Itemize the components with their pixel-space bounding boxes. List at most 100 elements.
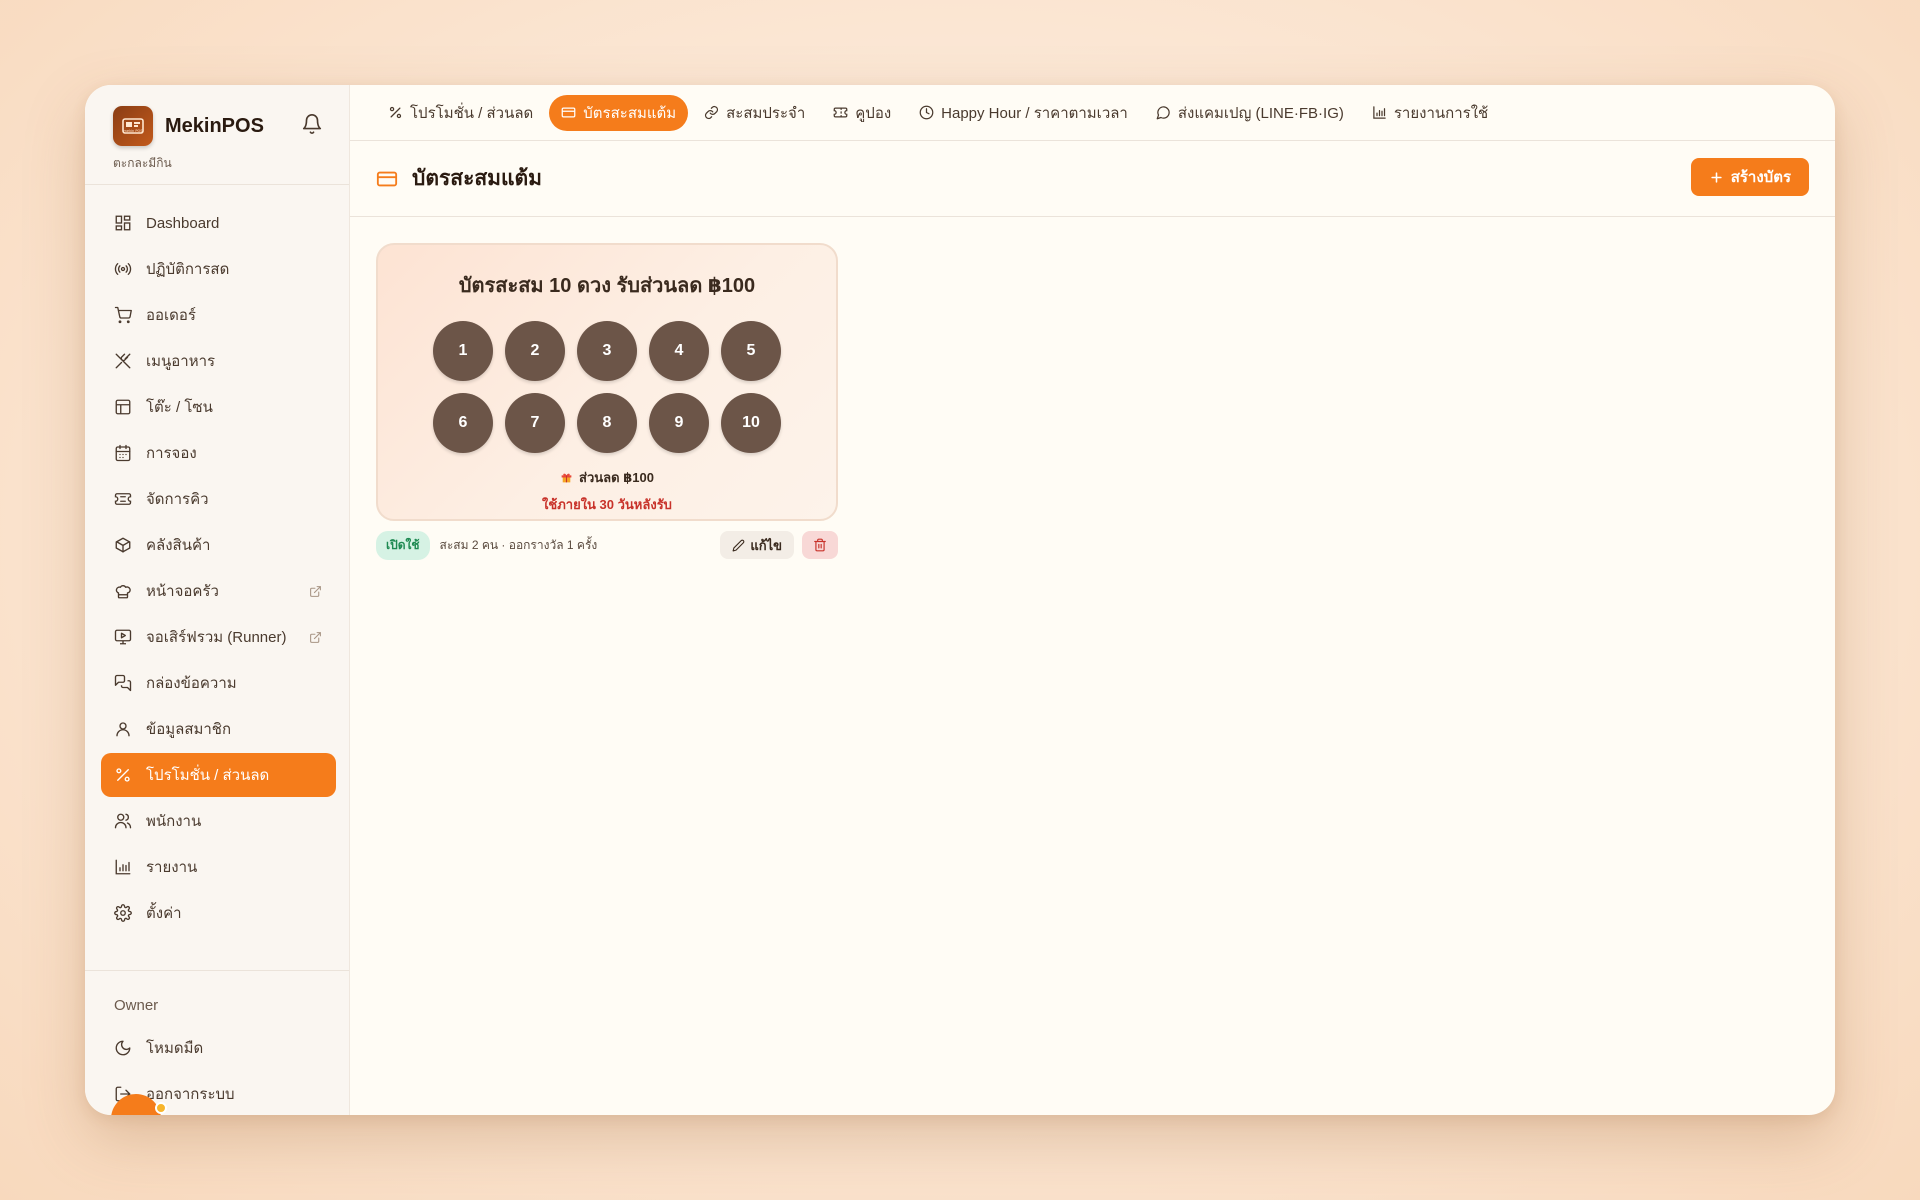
promotion-tabs: โปรโมชั่น / ส่วนลด บัตรสะสมแต้ม สะสมประจ… (350, 85, 1835, 141)
sidebar: mekin POS MekinPOS ตะกละมีกิน Dashboard … (85, 85, 350, 1115)
tab-stamp-card[interactable]: บัตรสะสมแต้ม (549, 94, 689, 131)
sidebar-item-live-ops[interactable]: ปฏิบัติการสด (101, 247, 336, 291)
user-icon (116, 722, 130, 737)
edit-button[interactable]: แก้ไข (720, 531, 794, 559)
stamp-slot: 4 (649, 321, 709, 381)
tab-regular-rewards[interactable]: สะสมประจำ (692, 95, 817, 131)
tab-campaigns[interactable]: ส่งแคมเปญ (LINE·FB·IG) (1144, 95, 1356, 131)
sidebar-item-menu[interactable]: เมนูอาหาร (101, 339, 336, 383)
broadcast-icon (114, 263, 132, 275)
ticket-icon (833, 107, 848, 118)
sidebar-item-label: โปรโมชั่น / ส่วนลด (146, 767, 270, 784)
sidebar-item-label: การจอง (146, 445, 197, 462)
sidebar-item-reservations[interactable]: การจอง (101, 431, 336, 475)
stamp-slot: 9 (649, 393, 709, 453)
messages-icon (114, 674, 132, 692)
pencil-icon (732, 539, 745, 551)
calendar-icon (115, 444, 131, 462)
sidebar-item-label: ข้อมูลสมาชิก (146, 721, 232, 738)
sidebar-item-queue[interactable]: จัดการคิว (101, 477, 336, 521)
sidebar-item-label: ปฏิบัติการสด (146, 261, 230, 278)
sidebar-item-members[interactable]: ข้อมูลสมาชิก (101, 707, 336, 751)
brand-header: mekin POS MekinPOS ตะกละมีกิน (85, 85, 349, 185)
tab-promotions[interactable]: โปรโมชั่น / ส่วนลด (376, 95, 545, 131)
monitor-icon (114, 629, 132, 645)
tab-happy-hour[interactable]: Happy Hour / ราคาตามเวลา (907, 95, 1140, 131)
stamp-slot: 3 (577, 321, 637, 381)
external-link-icon (310, 631, 321, 643)
sidebar-item-promotions[interactable]: โปรโมชั่น / ส่วนลด (101, 753, 336, 797)
sidebar-item-runner-display[interactable]: จอเสิร์ฟรวม (Runner) (101, 615, 336, 659)
brand-subtitle: ตะกละมีกิน (113, 156, 172, 170)
trash-icon (814, 538, 826, 552)
stamp-card-preview[interactable]: บัตรสะสม 10 ดวง รับส่วนลด ฿100 1 2 3 4 5… (376, 243, 838, 521)
link-icon (705, 105, 719, 120)
card-footer: เปิดใช้ สะสม 2 คน · ออกรางวัล 1 ครั้ง แก… (376, 530, 838, 560)
card-icon (376, 171, 398, 186)
sidebar-item-dashboard[interactable]: Dashboard (101, 201, 336, 245)
notification-dot (155, 1102, 167, 1114)
card-icon (561, 107, 576, 118)
app-window: mekin POS MekinPOS ตะกละมีกิน Dashboard … (85, 85, 1835, 1115)
card-stats: สะสม 2 คน · ออกรางวัล 1 ครั้ง (439, 537, 598, 552)
brand-name: MekinPOS (165, 114, 264, 137)
external-link-icon (310, 585, 321, 597)
clock-icon (919, 105, 934, 120)
reward-line: ส่วนลด ฿100 (378, 467, 836, 488)
expiry-text: ใช้ภายใน 30 วันหลังรับ (542, 497, 672, 512)
stamp-grid: 1 2 3 4 5 6 7 8 9 10 (378, 321, 836, 453)
sidebar-item-staff[interactable]: พนักงาน (101, 799, 336, 843)
sidebar-item-label: จัดการคิว (146, 491, 209, 508)
sidebar-item-label: จอเสิร์ฟรวม (Runner) (146, 629, 287, 646)
bar-chart-icon (1373, 106, 1386, 119)
tab-coupons[interactable]: คูปอง (821, 95, 903, 131)
sidebar-item-tables[interactable]: โต๊ะ / โซน (101, 385, 336, 429)
tab-label: สะสมประจำ (726, 104, 806, 122)
stamp-slot: 7 (505, 393, 565, 453)
user-role: Owner (114, 997, 159, 1014)
chat-icon (1156, 106, 1170, 120)
main-content: โปรโมชั่น / ส่วนลด บัตรสะสมแต้ม สะสมประจ… (350, 85, 1835, 1115)
sidebar-item-orders[interactable]: ออเดอร์ (101, 293, 336, 337)
tab-usage-report[interactable]: รายงานการใช้ (1360, 95, 1500, 131)
utensils-icon (115, 353, 131, 369)
stamp-slot: 1 (433, 321, 493, 381)
stamp-slot: 10 (721, 393, 781, 453)
sidebar-item-label: รายงาน (146, 859, 198, 876)
table-icon (115, 399, 131, 415)
chef-hat-icon (115, 585, 131, 599)
sidebar-item-kitchen-display[interactable]: หน้าจอครัว (101, 569, 336, 613)
bar-chart-icon (115, 859, 131, 875)
sidebar-item-label: พนักงาน (146, 813, 202, 830)
users-icon (114, 813, 132, 829)
create-card-button[interactable]: สร้างบัตร (1690, 158, 1809, 196)
bell-icon[interactable] (301, 113, 323, 135)
sidebar-item-inventory[interactable]: คลังสินค้า (101, 523, 336, 567)
sidebar-item-reports[interactable]: รายงาน (101, 845, 336, 889)
gift-icon (561, 473, 572, 483)
sidebar-item-label: ออเดอร์ (146, 307, 196, 324)
page-header: บัตรสะสมแต้ม สร้างบัตร (350, 141, 1835, 217)
card-title: บัตรสะสม 10 ดวง รับส่วนลด ฿100 (458, 275, 756, 297)
dark-mode-toggle[interactable]: โหมดมืด (101, 1026, 336, 1070)
delete-button[interactable] (802, 531, 838, 559)
ticket-icon (114, 493, 132, 505)
edit-label: แก้ไข (750, 537, 782, 553)
svg-text:mekin POS: mekin POS (124, 129, 144, 133)
sidebar-item-label: Dashboard (146, 214, 220, 232)
sidebar-item-inbox[interactable]: กล่องข้อความ (101, 661, 336, 705)
sidebar-item-label: กล่องข้อความ (146, 675, 237, 692)
stamp-card-item: บัตรสะสม 10 ดวง รับส่วนลด ฿100 1 2 3 4 5… (376, 243, 838, 560)
stamp-slot: 8 (577, 393, 637, 453)
dashboard-icon (115, 215, 131, 231)
sidebar-nav: Dashboard ปฏิบัติการสด ออเดอร์ เมนูอาหาร… (85, 185, 349, 935)
stamp-slot: 6 (433, 393, 493, 453)
tab-label: รายงานการใช้ (1393, 104, 1489, 122)
plus-icon (1711, 171, 1722, 183)
tab-label: Happy Hour / ราคาตามเวลา (941, 104, 1128, 122)
sidebar-item-settings[interactable]: ตั้งค่า (101, 891, 336, 935)
dark-mode-label: โหมดมืด (146, 1040, 204, 1057)
stamp-slot: 2 (505, 321, 565, 381)
percent-icon (116, 768, 130, 782)
page-title: บัตรสะสมแต้ม (412, 167, 543, 190)
